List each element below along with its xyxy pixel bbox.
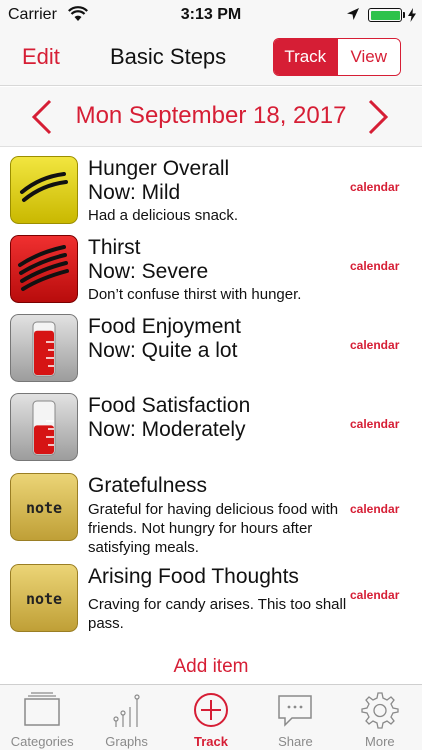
track-view-segmented-control: Track View xyxy=(273,38,401,76)
tab-track[interactable]: Track xyxy=(169,685,253,750)
list-item-food-satisfaction[interactable]: Food Satisfaction Now: Moderately calend… xyxy=(0,393,422,469)
add-item-button[interactable]: Add item xyxy=(0,656,422,678)
calendar-link[interactable]: calendar xyxy=(350,259,399,273)
tab-label: Graphs xyxy=(105,734,148,749)
item-title: Gratefulness xyxy=(88,474,208,497)
tab-label: More xyxy=(365,734,395,749)
tab-categories[interactable]: Categories xyxy=(0,685,84,750)
nav-bar: Edit Basic Steps Track View xyxy=(0,30,422,86)
tab-label: Share xyxy=(278,734,313,749)
tab-bar: Categories Graphs Track Share More xyxy=(0,684,422,750)
item-note: Had a delicious snack. xyxy=(88,207,239,224)
item-current-value: Now: Mild xyxy=(88,181,181,204)
status-bar: Carrier 3:13 PM xyxy=(0,0,422,30)
meter-fill xyxy=(34,330,54,375)
calendar-link[interactable]: calendar xyxy=(350,338,399,352)
list-item-thirst[interactable]: Thirst Now: Severe Don’t confuse thirst … xyxy=(0,235,422,311)
calendar-link[interactable]: calendar xyxy=(350,180,399,194)
item-current-value: Now: Severe xyxy=(88,260,209,283)
item-title: Food Enjoyment xyxy=(88,315,241,338)
current-date: Mon September 18, 2017 xyxy=(75,102,347,129)
graphs-icon xyxy=(113,694,140,727)
note-icon-label: note xyxy=(26,499,62,517)
segment-view[interactable]: View xyxy=(336,39,400,75)
item-current-value: Now: Moderately xyxy=(88,418,246,441)
edit-button[interactable]: Edit xyxy=(22,44,60,70)
list-item-hunger-overall[interactable]: Hunger Overall Now: Mild Had a delicious… xyxy=(0,156,422,232)
categories-icon xyxy=(24,692,60,726)
battery-tip xyxy=(403,12,405,18)
list-item-gratefulness[interactable]: note Gratefulness Grateful for having de… xyxy=(0,473,422,559)
tab-graphs[interactable]: Graphs xyxy=(84,685,168,750)
note-icon-label: note xyxy=(26,590,62,608)
item-note: Don’t confuse thirst with hunger. xyxy=(88,286,302,303)
battery-icon xyxy=(368,8,402,22)
note-icon: note xyxy=(10,473,78,541)
list-item-food-enjoyment[interactable]: Food Enjoyment Now: Quite a lot calendar xyxy=(0,314,422,390)
page-title: Basic Steps xyxy=(110,44,227,69)
calendar-link[interactable]: calendar xyxy=(350,588,399,602)
level-meter-icon xyxy=(10,314,78,382)
tab-more[interactable]: More xyxy=(338,685,422,750)
segment-track[interactable]: Track xyxy=(274,39,337,75)
tab-label: Track xyxy=(194,734,228,749)
charging-bolt-icon xyxy=(408,8,416,22)
list-item-arising-food-thoughts[interactable]: note Arising Food Thoughts Craving for c… xyxy=(0,564,422,636)
share-chat-icon xyxy=(278,695,313,727)
track-plus-icon xyxy=(194,693,229,727)
item-current-value: Now: Quite a lot xyxy=(88,339,238,362)
chevron-right-icon[interactable] xyxy=(366,99,390,135)
note-icon: note xyxy=(10,564,78,632)
tab-label: Categories xyxy=(10,734,74,749)
gear-icon xyxy=(361,692,399,729)
item-title: Food Satisfaction xyxy=(88,394,251,417)
date-bar: Mon September 18, 2017 xyxy=(0,87,422,147)
hunger-mild-icon xyxy=(10,156,78,224)
item-title: Hunger Overall xyxy=(88,157,230,180)
item-title: Arising Food Thoughts xyxy=(88,565,299,588)
thirst-severe-icon xyxy=(10,235,78,303)
item-note: Craving for candy arises. This too shall… xyxy=(88,596,347,632)
item-title: Thirst xyxy=(88,236,141,259)
calendar-link[interactable]: calendar xyxy=(350,417,399,431)
level-meter-icon xyxy=(10,393,78,461)
location-arrow-icon xyxy=(347,8,359,20)
calendar-link[interactable]: calendar xyxy=(350,502,399,516)
tab-share[interactable]: Share xyxy=(253,685,337,750)
item-note: Grateful for having delicious food with … xyxy=(88,501,339,556)
